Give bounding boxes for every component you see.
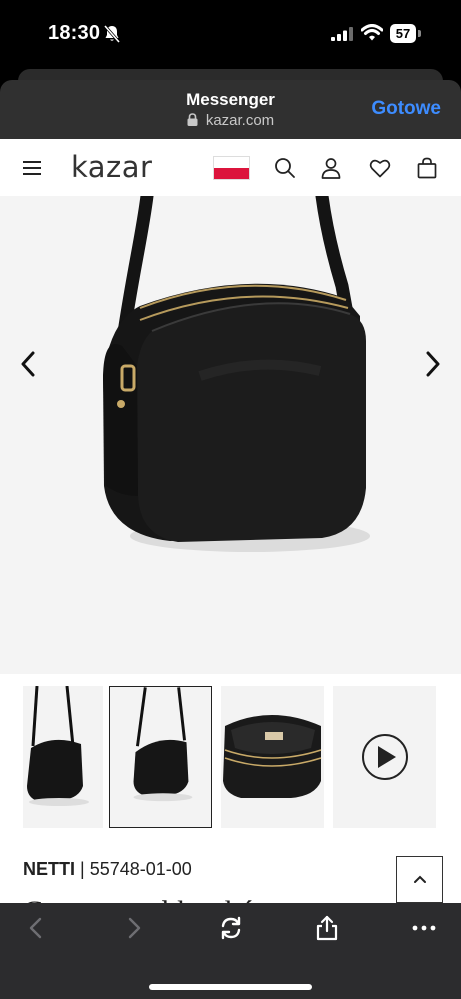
site-logo[interactable]: kazar (71, 150, 152, 184)
battery-level: 57 (390, 24, 416, 43)
menu-icon[interactable] (23, 161, 41, 175)
bell-slash-icon (103, 25, 121, 43)
web-page: kazar NETTI | 55748-01-00 (0, 139, 461, 903)
product-code: 55748-01-00 (89, 859, 192, 879)
browser-url: kazar.com (205, 112, 275, 129)
status-time: 18:30 (48, 22, 101, 44)
thumbnail-video[interactable] (333, 686, 436, 828)
thumbnail-strip (0, 686, 461, 828)
browser-toolbar (0, 903, 461, 999)
share-icon[interactable] (314, 915, 340, 941)
forward-icon[interactable] (120, 915, 146, 941)
product-image-gallery[interactable] (0, 196, 461, 674)
wishlist-heart-icon[interactable] (369, 157, 391, 179)
done-button[interactable]: Gotowe (371, 98, 441, 120)
poland-flag-icon[interactable] (213, 156, 250, 180)
product-name: NETTI (23, 859, 75, 879)
thumbnail-front[interactable] (23, 686, 103, 828)
lock-icon (187, 113, 198, 126)
account-icon[interactable] (320, 157, 342, 179)
next-image-icon[interactable] (423, 351, 443, 377)
scroll-to-top-button[interactable] (396, 856, 443, 903)
signal-icon (331, 27, 353, 41)
wifi-icon (361, 24, 383, 41)
battery-icon: 57 (390, 24, 422, 43)
home-indicator (149, 984, 312, 990)
search-icon[interactable] (274, 157, 296, 179)
play-icon (362, 734, 408, 780)
more-options-icon[interactable] (411, 915, 437, 941)
in-app-browser-header: Messenger kazar.com Gotowe (0, 80, 461, 139)
previous-image-icon[interactable] (18, 351, 38, 377)
back-icon[interactable] (24, 915, 50, 941)
separator: | (80, 859, 85, 879)
site-header: kazar (0, 139, 461, 196)
status-bar: 18:30 57 (0, 0, 461, 70)
product-identifier: NETTI | 55748-01-00 (23, 859, 192, 880)
thumbnail-side[interactable] (109, 686, 212, 828)
thumbnail-interior[interactable] (221, 686, 324, 828)
product-image (103, 196, 370, 552)
product-title: Czarna torebka skórzana (23, 895, 320, 903)
cart-bag-icon[interactable] (416, 157, 438, 179)
reload-icon[interactable] (218, 915, 244, 941)
chevron-up-icon (414, 875, 426, 883)
